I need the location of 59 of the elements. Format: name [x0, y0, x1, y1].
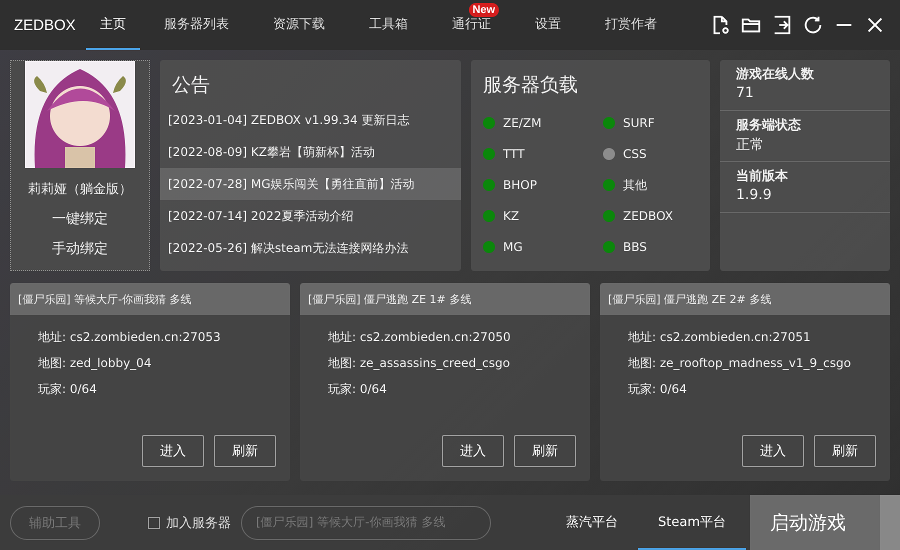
server-field: 地图: ze_assassins_creed_csgo — [328, 355, 562, 372]
server-type: ZEDBOX — [623, 209, 673, 223]
stat-value: 1.9.9 — [736, 187, 773, 203]
server-field: 玩家: 0/64 — [628, 381, 862, 398]
server-field: 地图: zed_lobby_04 — [38, 355, 262, 372]
nav-tab[interactable]: 资源下载 — [253, 0, 345, 50]
app-logo: ZEDBOX — [14, 16, 77, 36]
notice-item[interactable]: [2022-08-09] KZ攀岩【萌新杯】活动 — [160, 136, 461, 168]
stat-label: 服务端状态 — [736, 117, 802, 134]
refresh-icon[interactable] — [802, 14, 824, 36]
server-field: 地址: cs2.zombieden.cn:27051 — [628, 329, 862, 346]
server-type: ZE/ZM — [503, 116, 542, 130]
server-type: BHOP — [503, 178, 537, 192]
nav-tab[interactable]: 服务器列表 — [144, 0, 249, 50]
server-type: MG — [503, 240, 523, 254]
server-title: [僵尸乐园] 僵尸逃跑 ZE 1# 多线 — [300, 283, 590, 315]
stat-value: 正常 — [736, 136, 765, 154]
server-button[interactable]: 进入 — [142, 435, 204, 467]
server-title: [僵尸乐园] 僵尸逃跑 ZE 2# 多线 — [600, 283, 890, 315]
stat-label: 当前版本 — [736, 168, 789, 185]
server-field: 地址: cs2.zombieden.cn:27053 — [38, 329, 262, 346]
server-field: 地址: cs2.zombieden.cn:27050 — [328, 329, 562, 346]
server-button[interactable]: 刷新 — [814, 435, 876, 467]
server-button[interactable]: 进入 — [742, 435, 804, 467]
panel-title: 服务器负载 — [482, 73, 579, 98]
checkbox-label: 加入服务器 — [166, 514, 231, 532]
server-field: 地图: ze_rooftop_madness_v1_9_csgo — [628, 355, 862, 372]
nav-tab[interactable]: 打赏作者 — [585, 0, 677, 50]
stat-value: 71 — [736, 85, 755, 101]
bind-link[interactable]: 一键绑定 — [38, 204, 122, 234]
nav-tab[interactable]: 设置 — [515, 0, 581, 50]
profile-name: 莉莉娅（躺金版） — [28, 181, 132, 198]
platform-tab[interactable]: 蒸汽平台 — [546, 495, 638, 550]
server-type: SURF — [623, 116, 655, 130]
server-type: TTT — [503, 147, 525, 161]
server-button[interactable]: 刷新 — [514, 435, 576, 467]
server-field: 玩家: 0/64 — [38, 381, 262, 398]
notice-item[interactable]: [2022-07-28] MG娱乐闯关【勇往直前】活动 — [160, 168, 461, 200]
new-badge: New — [468, 3, 500, 17]
bind-link[interactable]: 手动绑定 — [38, 234, 122, 264]
panel-title: 公告 — [171, 73, 211, 98]
server-title: [僵尸乐园] 等候大厅-你画我猜 多线 — [10, 283, 290, 315]
checkbox[interactable] — [148, 516, 160, 528]
notice-item[interactable]: [2022-05-26] 解决steam无法连接网络办法 — [160, 232, 461, 264]
server-type: BBS — [623, 240, 647, 254]
server-field: 玩家: 0/64 — [328, 381, 562, 398]
nav-tab[interactable]: 工具箱 — [349, 0, 428, 50]
server-type: 其他 — [623, 176, 647, 194]
notice-item[interactable]: [2022-07-14] 2022夏季活动介绍 — [160, 200, 461, 232]
notice-item[interactable]: [2023-01-04] ZEDBOX v1.99.34 更新日志 — [160, 104, 461, 136]
server-button[interactable]: 进入 — [442, 435, 504, 467]
nav-tab[interactable]: 主页 — [86, 0, 140, 50]
server-button[interactable]: 刷新 — [214, 435, 276, 467]
nav-tab[interactable]: New 通行证 — [432, 0, 511, 50]
server-type: KZ — [503, 209, 520, 223]
stat-label: 游戏在线人数 — [736, 66, 815, 83]
server-type: CSS — [623, 147, 647, 161]
platform-tab[interactable]: Steam平台 — [638, 495, 746, 550]
launch-button[interactable]: 启动游戏 — [750, 495, 900, 550]
